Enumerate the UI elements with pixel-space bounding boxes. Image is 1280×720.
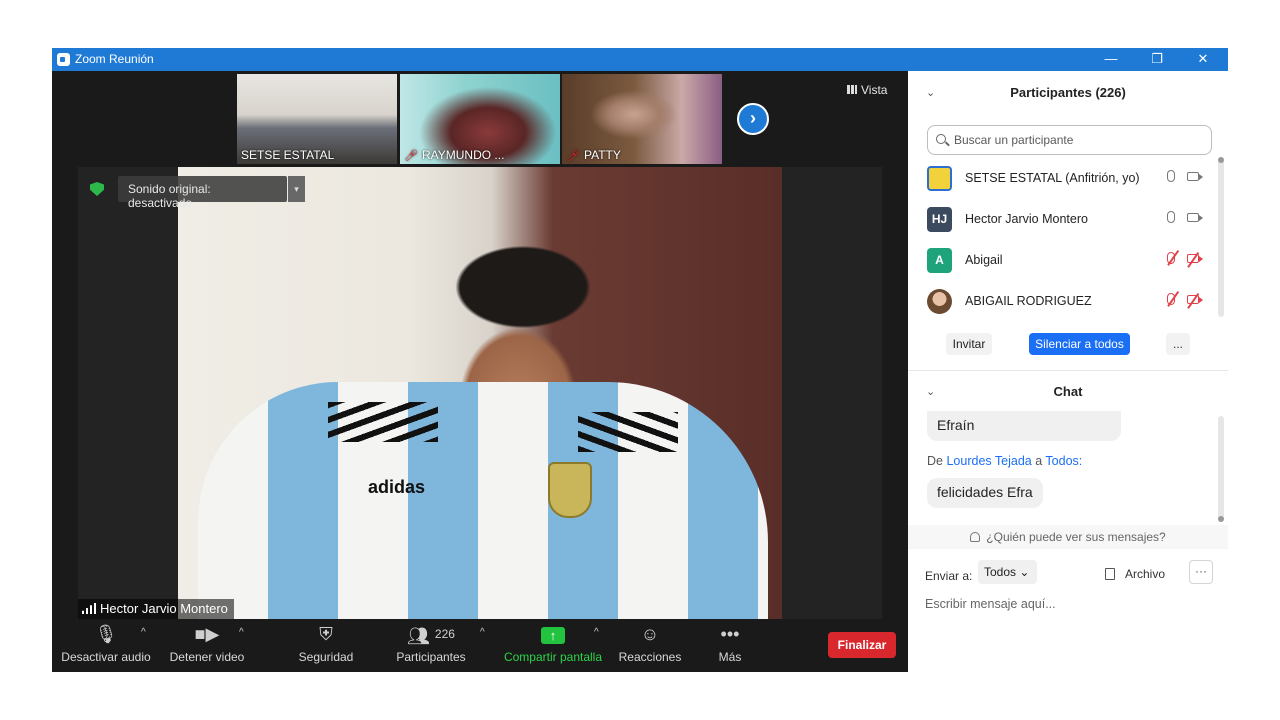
people-icon: 👥︎ 226 [407, 626, 455, 646]
ellipsis-icon: ••• [720, 624, 740, 644]
thumbnail-name: 🎤︎ RAYMUNDO ... [404, 148, 505, 162]
title-bar: Zoom Reunión — ❐ ✕ [52, 48, 1228, 71]
view-button[interactable]: Vista [847, 83, 887, 97]
send-to-select[interactable]: Todos ⌄ [978, 560, 1037, 584]
video-camera-off-icon[interactable] [1187, 254, 1203, 263]
video-camera-off-icon[interactable] [1187, 295, 1203, 304]
zoom-logo-icon [57, 53, 70, 66]
zoom-window: Zoom Reunión — ❐ ✕ SETSE ESTATAL 🎤︎ RAYMU… [52, 48, 1228, 672]
participant-row[interactable]: A Abigail [927, 245, 1212, 275]
participants-button[interactable]: 👥︎ 226 Participantes [392, 619, 470, 672]
microphone-muted-icon[interactable] [1167, 252, 1175, 264]
security-button[interactable]: ⛨ Seguridad [292, 619, 360, 672]
thumbnail-raymundo[interactable]: 🎤︎ RAYMUNDO ... [400, 74, 560, 164]
next-thumbnails-button[interactable]: › [737, 103, 769, 135]
send-to-label: Enviar a: [925, 569, 973, 583]
meeting-toolbar: 🎙︎ Desactivar audio ^ ■▶︎ Detener video … [52, 619, 908, 672]
restore-button[interactable]: ❐ [1134, 48, 1180, 71]
mic-muted-icon: 🎤︎ [566, 150, 580, 162]
participant-row[interactable]: SETSE ESTATAL (Anfitrión, yo) [927, 163, 1212, 193]
file-button[interactable]: Archivo [1105, 567, 1165, 581]
jersey: adidas [198, 382, 768, 619]
shoulder-stripes [328, 402, 438, 442]
video-camera-icon[interactable] [1187, 213, 1203, 222]
end-meeting-button[interactable]: Finalizar [828, 632, 896, 658]
close-button[interactable]: ✕ [1180, 48, 1226, 71]
mute-all-button[interactable]: Silenciar a todos [1029, 333, 1130, 355]
search-icon [936, 134, 946, 144]
microphone-icon: 🎙︎ [94, 624, 118, 644]
chat-sender-line: De Lourdes Tejada a Todos: [927, 454, 1083, 468]
participants-scrollbar[interactable] [1218, 157, 1224, 317]
chat-message-input[interactable] [925, 593, 1215, 615]
mic-muted-icon: 🎤︎ [404, 150, 418, 162]
recipient-name[interactable]: Todos: [1045, 454, 1082, 468]
reactions-button[interactable]: ☺︎ Reacciones [616, 619, 684, 672]
collapse-participants-chevron-icon[interactable]: ⌄ [926, 78, 935, 108]
who-can-see-messages-link[interactable]: ¿Quién puede ver sus mensajes? [908, 525, 1228, 549]
original-sound-dropdown[interactable]: ▾ [288, 176, 305, 202]
share-screen-button[interactable]: ↑ Compartir pantalla [500, 619, 606, 672]
chat-title: Chat [1053, 384, 1083, 399]
side-panel: ⌄ Participantes (226) SETSE ESTATAL (Anf… [908, 71, 1228, 672]
participants-header: ⌄ Participantes (226) [908, 78, 1228, 108]
thumbnail-setse-estatal[interactable]: SETSE ESTATAL [237, 74, 397, 164]
shoulder-stripes [578, 412, 678, 452]
participants-count: 226 [434, 627, 455, 641]
microphone-muted-icon[interactable] [1167, 293, 1175, 305]
share-screen-icon: ↑ [541, 627, 565, 644]
avatar [927, 289, 952, 314]
more-button[interactable]: ••• Más [704, 619, 756, 672]
thumbnail-patty[interactable]: 🎤︎ PATTY [562, 74, 722, 164]
avatar [927, 166, 952, 191]
mute-audio-button[interactable]: 🎙︎ Desactivar audio [60, 619, 152, 672]
meeting-area: SETSE ESTATAL 🎤︎ RAYMUNDO ... 🎤︎ PATTY › V… [52, 71, 908, 672]
panel-divider [908, 370, 1228, 371]
chat-scrollbar[interactable] [1218, 416, 1224, 522]
participants-options-caret[interactable]: ^ [480, 627, 485, 638]
video-camera-icon: ■▶︎ [194, 624, 220, 644]
avatar: A [927, 248, 952, 273]
speaker-name-tag: Hector Jarvio Montero [78, 599, 234, 619]
participants-title: Participantes (226) [1010, 85, 1126, 100]
thumbnail-name: 🎤︎ PATTY [566, 148, 621, 162]
minimize-button[interactable]: — [1088, 48, 1134, 71]
participant-search-input[interactable] [927, 125, 1212, 155]
video-camera-icon[interactable] [1187, 172, 1203, 181]
person-icon [970, 532, 981, 542]
shield-icon: ⛨ [319, 624, 333, 644]
file-icon [1105, 568, 1115, 580]
collapse-chat-chevron-icon[interactable]: ⌄ [926, 377, 935, 407]
participant-row[interactable]: ABIGAIL RODRIGUEZ [927, 286, 1212, 316]
emoji-plus-icon: ☺︎ [640, 624, 660, 644]
jersey-crest [548, 462, 592, 518]
thumbnail-name: SETSE ESTATAL [241, 148, 335, 162]
avatar: HJ [927, 207, 952, 232]
signal-bars-icon [82, 603, 96, 614]
grid-icon [847, 85, 857, 94]
share-options-caret[interactable]: ^ [594, 627, 599, 638]
active-speaker-video: adidas Sonido original: desactivado ▾ He… [78, 167, 882, 619]
participant-row[interactable]: HJ Hector Jarvio Montero [927, 204, 1212, 234]
chat-message: felicidades Efra [927, 478, 1043, 508]
stop-video-button[interactable]: ■▶︎ Detener video [165, 619, 249, 672]
original-sound-toggle[interactable]: Sonido original: desactivado [118, 176, 287, 210]
jersey-brand: adidas [368, 477, 426, 497]
chat-message: Efraín [927, 411, 1121, 441]
sender-name[interactable]: Lourdes Tejada [946, 454, 1031, 468]
audio-options-caret[interactable]: ^ [141, 627, 146, 638]
window-title: Zoom Reunión [75, 52, 154, 66]
chat-header: ⌄ Chat [908, 377, 1228, 407]
speaker-video-frame: adidas [178, 167, 782, 619]
participants-more-button[interactable]: ... [1166, 333, 1190, 355]
chat-more-button[interactable]: ··· [1189, 560, 1213, 584]
encryption-shield-icon[interactable] [90, 182, 104, 196]
microphone-icon[interactable] [1167, 211, 1175, 223]
microphone-icon[interactable] [1167, 170, 1175, 182]
video-options-caret[interactable]: ^ [239, 627, 244, 638]
invite-button[interactable]: Invitar [946, 333, 992, 355]
